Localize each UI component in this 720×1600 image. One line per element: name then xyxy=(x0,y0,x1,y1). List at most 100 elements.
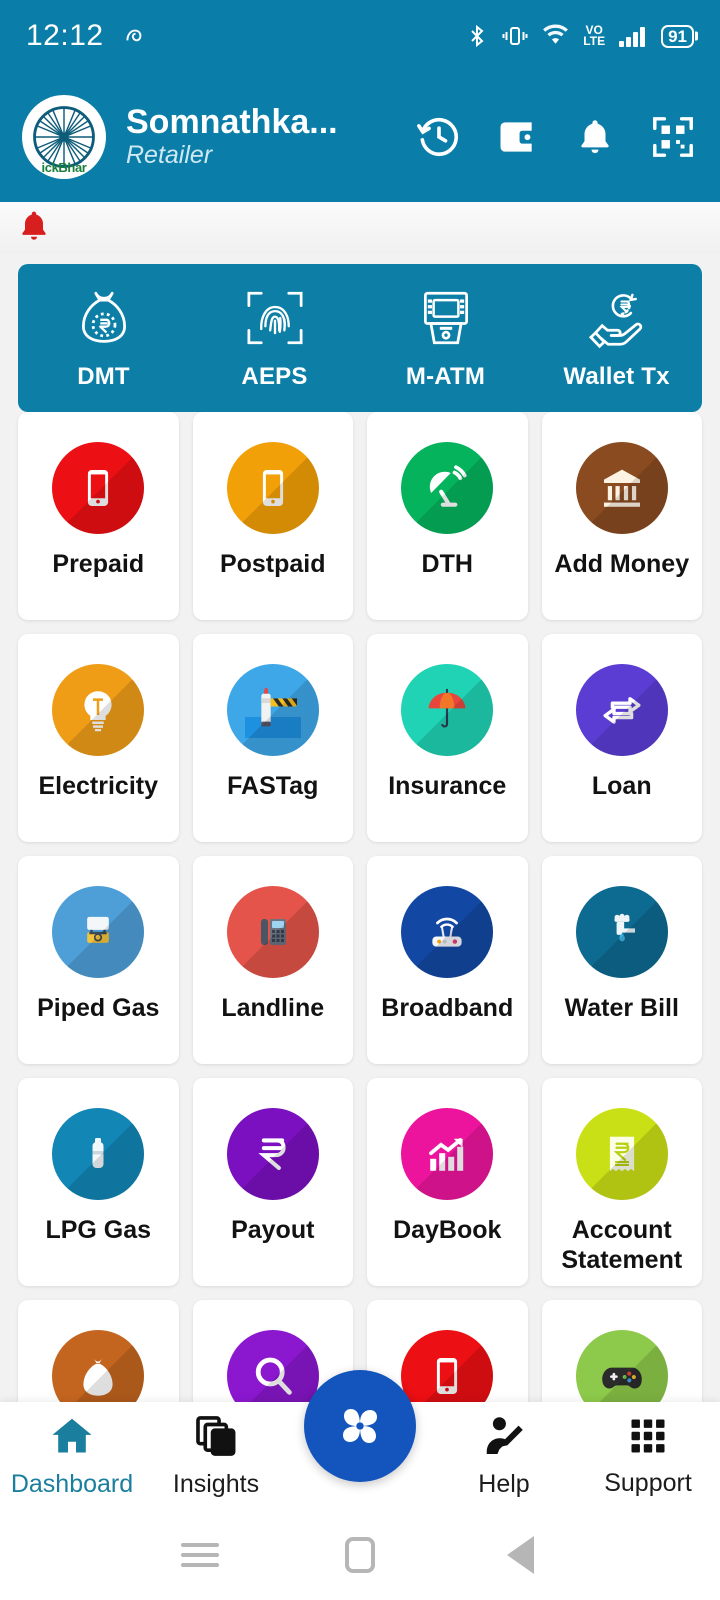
service-label: Electricity xyxy=(38,772,158,800)
quick-action-label: DMT xyxy=(77,363,130,390)
service-label: Landline xyxy=(221,994,325,1022)
bottom-nav-label: Dashboard xyxy=(10,1470,134,1498)
pinwheel-fab-button[interactable] xyxy=(304,1370,416,1482)
quick-action-label: M-ATM xyxy=(405,363,486,390)
wallet-icon[interactable] xyxy=(494,114,540,160)
wifi-router-icon xyxy=(401,886,494,978)
status-bar: 12:12 VO LTE 91 xyxy=(0,0,720,72)
fingerprint-scan-icon xyxy=(242,285,308,356)
service-label: LPG Gas xyxy=(45,1216,152,1244)
system-navigation-bar xyxy=(0,1510,720,1600)
gas-meter-icon xyxy=(52,886,145,978)
bottom-nav-label: Insights xyxy=(172,1470,260,1498)
service-tile-broadband[interactable]: Broadband xyxy=(367,856,528,1064)
quick-action-aeps[interactable]: AEPS xyxy=(189,285,360,391)
phone-screen: 12:12 VO LTE 91 ickBhar Somnathka... Ret… xyxy=(0,0,720,1600)
bluetooth-icon xyxy=(465,23,489,49)
bank-building-icon xyxy=(575,442,668,534)
bottom-nav-support[interactable]: Support xyxy=(576,1414,720,1498)
service-label: Water Bill xyxy=(564,994,679,1022)
battery-indicator: 91 xyxy=(661,24,694,48)
quick-actions-section: DMT AEPS M-ATM Wallet Tx xyxy=(0,254,720,412)
atm-machine-icon xyxy=(413,285,479,356)
service-label: Account Statement xyxy=(561,1216,683,1274)
vibrate-icon xyxy=(502,23,528,49)
service-tile-piped-gas[interactable]: Piped Gas xyxy=(18,856,179,1064)
service-tile-landline[interactable]: Landline xyxy=(192,856,353,1064)
bell-icon[interactable] xyxy=(572,114,618,160)
header-user-block: Somnathka... Retailer xyxy=(126,104,402,170)
satellite-dish-icon xyxy=(401,442,494,534)
service-label: Postpaid xyxy=(219,550,326,578)
service-label: Add Money xyxy=(554,550,690,578)
pinwheel-fan-icon xyxy=(343,1409,377,1443)
water-tap-icon xyxy=(575,886,668,978)
light-bulb-icon xyxy=(52,664,145,756)
service-tile-electricity[interactable]: Electricity xyxy=(18,634,179,842)
desk-phone-icon xyxy=(226,886,319,978)
header-actions xyxy=(416,114,700,160)
toll-barrier-icon xyxy=(226,664,319,756)
signal-bars-icon xyxy=(618,23,648,49)
person-edit-icon xyxy=(481,1413,527,1464)
spiral-notification-icon xyxy=(122,23,148,49)
status-bar-right: VO LTE 91 xyxy=(465,23,694,49)
app-logo-text: ickBhar xyxy=(41,160,87,175)
smartphone-icon xyxy=(52,442,145,534)
qr-scan-icon[interactable] xyxy=(650,114,696,160)
service-label: DayBook xyxy=(393,1216,502,1244)
quick-action-label: AEPS xyxy=(241,363,308,390)
rupee-icon xyxy=(226,1108,319,1200)
app-header: ickBhar Somnathka... Retailer xyxy=(0,72,720,202)
grid-apps-icon xyxy=(626,1414,670,1463)
home-icon xyxy=(49,1413,95,1464)
service-label: Broadband xyxy=(381,994,514,1022)
service-label: Prepaid xyxy=(52,550,145,578)
service-tile-add-money[interactable]: Add Money xyxy=(541,412,702,620)
header-user-role: Retailer xyxy=(126,141,213,170)
service-tile-fastag[interactable]: FASTag xyxy=(192,634,353,842)
bottom-nav-help[interactable]: Help xyxy=(432,1413,576,1499)
service-tile-lpg-gas[interactable]: LPG Gas xyxy=(18,1078,179,1286)
service-tile-postpaid[interactable]: Postpaid xyxy=(192,412,353,620)
bottom-nav-label: Help xyxy=(478,1470,530,1498)
quick-action-wallet-tx[interactable]: Wallet Tx xyxy=(531,285,702,391)
bottom-nav-insights[interactable]: Insights xyxy=(144,1413,288,1499)
header-user-name: Somnathka... xyxy=(126,103,338,141)
service-tile-prepaid[interactable]: Prepaid xyxy=(18,412,179,620)
service-label: Loan xyxy=(591,772,652,800)
service-label: Piped Gas xyxy=(37,994,160,1022)
wifi-icon xyxy=(541,23,570,49)
money-bag-rupee-icon xyxy=(71,285,137,356)
back-button[interactable] xyxy=(493,1528,547,1582)
service-tile-water-bill[interactable]: Water Bill xyxy=(541,856,702,1064)
home-button[interactable] xyxy=(333,1528,387,1582)
service-label: Payout xyxy=(231,1216,315,1244)
quick-action-dmt[interactable]: DMT xyxy=(18,285,189,391)
service-tile-daybook[interactable]: DayBook xyxy=(367,1078,528,1286)
quick-action-label: Wallet Tx xyxy=(563,363,670,390)
bottom-nav-dashboard[interactable]: Dashboard xyxy=(0,1413,144,1499)
notification-strip[interactable] xyxy=(0,202,720,254)
recents-button[interactable] xyxy=(173,1528,227,1582)
service-tile-loan[interactable]: Loan xyxy=(541,634,702,842)
bottom-nav-label: Support xyxy=(604,1469,692,1497)
volte-icon: VO LTE xyxy=(583,22,606,48)
service-tile-insurance[interactable]: Insurance xyxy=(367,634,528,842)
red-bell-icon xyxy=(16,208,52,249)
services-grid: Prepaid Postpaid DTH Add Money Electrici… xyxy=(18,412,702,1430)
service-label: Insurance xyxy=(388,772,507,800)
status-bar-left: 12:12 xyxy=(26,19,148,53)
service-label: DTH xyxy=(421,550,473,578)
quick-action-matm[interactable]: M-ATM xyxy=(360,285,531,391)
service-label: FASTag xyxy=(227,772,319,800)
gas-cylinder-icon xyxy=(52,1108,145,1200)
service-tile-payout[interactable]: Payout xyxy=(192,1078,353,1286)
history-icon[interactable] xyxy=(416,114,462,160)
bar-chart-up-icon xyxy=(401,1108,494,1200)
service-tile-account-statement[interactable]: Account Statement xyxy=(541,1078,702,1286)
service-tile-dth[interactable]: DTH xyxy=(367,412,528,620)
exchange-arrows-icon xyxy=(575,664,668,756)
services-scroll-area[interactable]: Prepaid Postpaid DTH Add Money Electrici… xyxy=(0,412,720,1430)
status-time: 12:12 xyxy=(26,19,104,52)
